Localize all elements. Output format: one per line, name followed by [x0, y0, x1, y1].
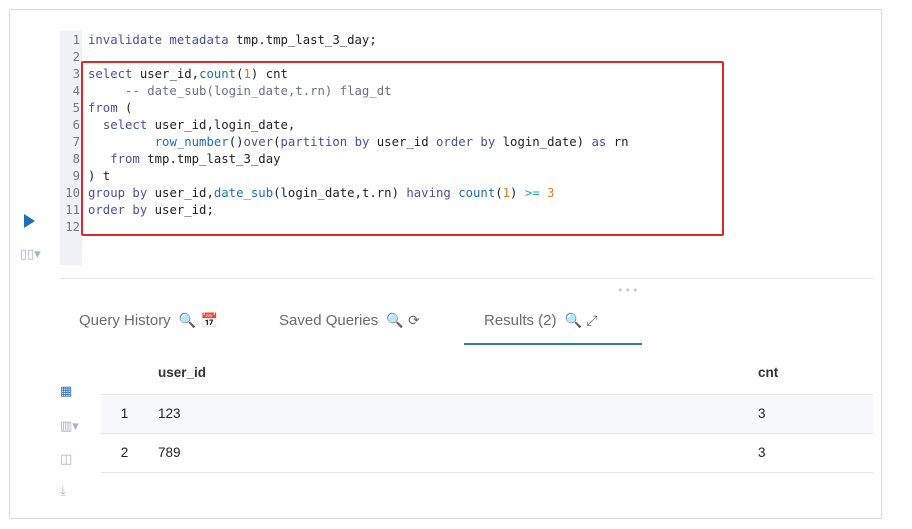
grid-icon[interactable]: ▦ [60, 384, 72, 399]
table-row: 1 123 3 [101, 394, 873, 434]
tab-query-history[interactable]: Query History 🔍 📅 [79, 312, 218, 329]
download-icon[interactable]: ⤓ [60, 484, 66, 499]
line-number: 10 [65, 186, 80, 200]
cell-cnt: 3 [758, 433, 873, 473]
results-table: user_id cnt 1 123 3 2 789 3 [101, 352, 873, 473]
book-icon[interactable]: ▯▯▾ [20, 247, 41, 262]
line-number: 12 [65, 220, 80, 234]
line-number: 4 [72, 84, 80, 98]
line-number: 6 [72, 118, 80, 132]
cell-user-id: 123 [158, 394, 758, 434]
row-number: 1 [101, 394, 158, 434]
row-number: 2 [101, 433, 158, 473]
line-number: 2 [72, 50, 80, 64]
resize-handle[interactable]: ••• [617, 284, 639, 297]
active-tab-indicator [464, 343, 642, 345]
line-number: 3 [72, 67, 80, 81]
tab-saved-queries[interactable]: Saved Queries 🔍 ⟳ [279, 312, 420, 329]
column-header-cnt[interactable]: cnt [758, 352, 873, 395]
line-number: 11 [65, 203, 80, 217]
columns-icon[interactable]: ◫ [60, 452, 72, 467]
search-calendar-icon[interactable]: 🔍 📅 [179, 313, 218, 329]
tab-saved-queries-label: Saved Queries [279, 312, 379, 329]
line-number: 1 [72, 33, 80, 47]
column-header-user-id[interactable]: user_id [158, 352, 758, 395]
table-row: 2 789 3 [101, 433, 873, 473]
tab-results-label: Results (2) [484, 312, 557, 329]
column-header-rownum [101, 352, 158, 395]
search-refresh-icon[interactable]: 🔍 ⟳ [386, 313, 420, 329]
play-icon[interactable] [24, 214, 35, 228]
bar-chart-icon[interactable]: ▥▾ [60, 419, 79, 434]
tab-results[interactable]: Results (2) 🔍 ⤢ [484, 312, 598, 329]
line-number: 7 [72, 135, 80, 149]
code-line[interactable]: 1 invalidate metadata tmp.tmp_last_3_day; [63, 32, 629, 49]
editor-results-divider[interactable] [60, 278, 873, 279]
code-token: tmp.tmp_last_3_day; [228, 33, 377, 47]
tab-query-history-label: Query History [79, 312, 171, 329]
search-expand-icon[interactable]: 🔍 ⤢ [565, 313, 598, 329]
cell-cnt: 3 [758, 394, 873, 434]
line-number: 9 [72, 169, 80, 183]
line-number: 8 [72, 152, 80, 166]
line-number: 5 [72, 101, 80, 115]
code-token: invalidate metadata [88, 33, 229, 47]
highlight-box [81, 61, 724, 236]
cell-user-id: 789 [158, 433, 758, 473]
